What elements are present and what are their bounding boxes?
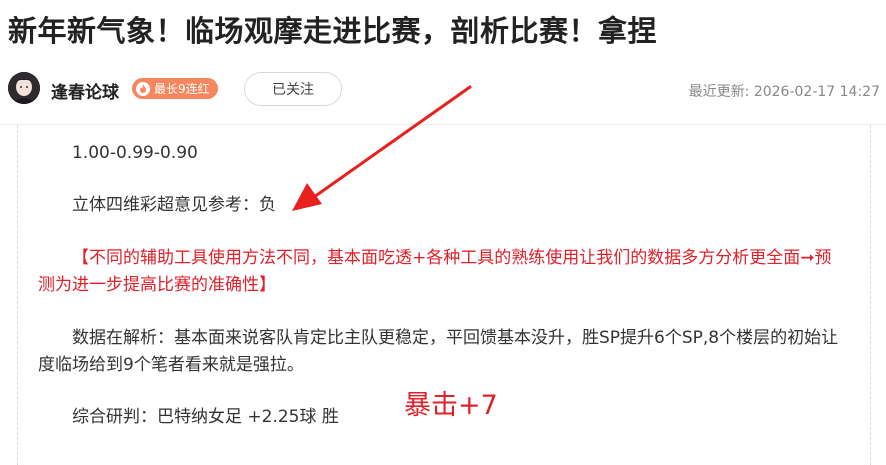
update-info: 最近更新: 2026-02-17 14:27 [689, 81, 880, 101]
fire-icon [136, 81, 150, 96]
update-label: 最近更新: [688, 84, 750, 100]
notice-line: 【不同的辅助工具使用方法不同，基本面吃透+各种工具的熟练使用让我们的数据多方分析… [38, 248, 832, 295]
follow-button[interactable]: 已关注 [244, 72, 342, 106]
conclusion-line: 综合研判：巴特纳女足 +2.25球 胜 [72, 407, 339, 427]
streak-badge-label: 最长9连红 [154, 82, 210, 96]
author-name[interactable]: 逢春论球 [51, 78, 119, 103]
article-title: 新年新气象！临场观摩走进比赛，剖析比赛！拿捏 [8, 14, 658, 48]
avatar[interactable] [8, 72, 40, 104]
analysis-line: 数据在解析：基本面来说客队肯定比主队更稳定，平回馈基本没升，胜SP提升6个SP,… [38, 328, 839, 375]
streak-badge: 最长9连红 [132, 78, 218, 99]
author-bar: 逢春论球 最长9连红 已关注 最近更新: 2026-02-17 14:27 [8, 70, 880, 110]
odds-line: 1.00-0.99-0.90 [72, 143, 198, 163]
reference-line: 立体四维彩超意见参考：负 [72, 195, 276, 215]
update-time: 2026-02-17 14:27 [753, 84, 880, 100]
crit-label: 暴击+7 [404, 390, 498, 421]
